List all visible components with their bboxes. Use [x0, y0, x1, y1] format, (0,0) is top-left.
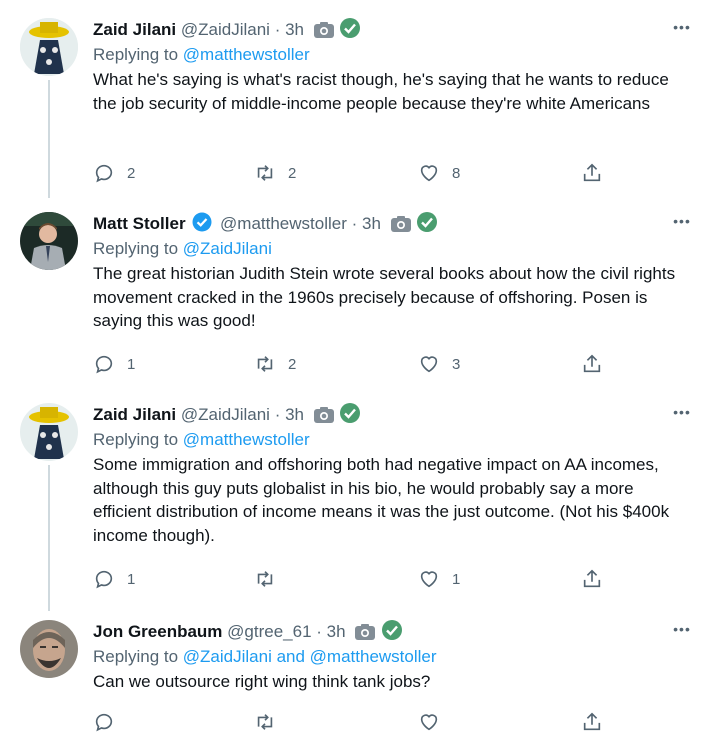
- like-button[interactable]: 3: [418, 352, 460, 376]
- like-count: 3: [452, 355, 461, 373]
- timestamp[interactable]: · 3h: [275, 405, 304, 424]
- like-button[interactable]: 1: [418, 567, 460, 591]
- handle[interactable]: @ZaidJilani: [181, 405, 270, 424]
- reply-button[interactable]: 2: [93, 161, 135, 185]
- like-icon: [420, 714, 438, 731]
- like-icon: [420, 356, 438, 373]
- share-icon: [583, 712, 601, 731]
- display-name[interactable]: Matt Stoller: [93, 214, 186, 233]
- timestamp[interactable]: · 3h: [352, 214, 381, 233]
- like-button[interactable]: [418, 710, 452, 734]
- thread-line: [48, 465, 50, 611]
- verified-badge-icon: [192, 212, 212, 232]
- retweet-button[interactable]: 2: [254, 161, 296, 185]
- like-button[interactable]: 8: [418, 161, 460, 185]
- tweet-header: Matt Stoller @matthewstoller · 3h: [93, 212, 683, 234]
- replying-to-label: Replying to: [93, 45, 183, 64]
- handle[interactable]: @matthewstoller: [220, 214, 347, 233]
- reply-icon: [95, 570, 113, 589]
- display-name[interactable]: Zaid Jilani: [93, 405, 176, 424]
- retweet-icon: [257, 571, 273, 587]
- like-icon: [420, 165, 438, 182]
- reply-count: 1: [127, 570, 136, 588]
- avatar[interactable]: [20, 403, 78, 461]
- camera-icon: [355, 624, 376, 640]
- handle[interactable]: @ZaidJilani: [181, 20, 270, 39]
- share-button[interactable]: [581, 710, 603, 734]
- share-button[interactable]: [581, 567, 603, 591]
- reply-icon: [95, 164, 113, 183]
- tweet-text: Can we outsource right wing think tank j…: [93, 672, 431, 691]
- reply-button[interactable]: 1: [93, 567, 135, 591]
- reply-icon: [95, 355, 113, 374]
- tweet[interactable]: Zaid Jilani @ZaidJilani · 3h Replying to…: [0, 18, 712, 198]
- tweet-header: Zaid Jilani @ZaidJilani · 3h: [93, 403, 683, 425]
- retweet-button[interactable]: 2: [254, 352, 296, 376]
- replying-to-label: Replying to: [93, 647, 183, 666]
- mention-link[interactable]: @ZaidJilani: [183, 239, 272, 258]
- replying-to: Replying to @ZaidJilani and @matthewstol…: [93, 646, 683, 668]
- share-button[interactable]: [581, 161, 603, 185]
- reply-button[interactable]: [93, 710, 127, 734]
- replying-to: Replying to @matthewstoller: [93, 429, 683, 451]
- like-count: 1: [452, 570, 461, 588]
- retweet-count: 2: [288, 164, 297, 182]
- retweet-button[interactable]: [254, 567, 288, 591]
- mention-link[interactable]: @ZaidJilani: [183, 647, 272, 666]
- like-icon: [420, 571, 438, 588]
- retweet-icon: [257, 165, 273, 181]
- avatar[interactable]: [20, 18, 78, 76]
- green-check-badge-icon: [340, 18, 361, 38]
- tweet-header: Jon Greenbaum @gtree_61 · 3h: [93, 620, 683, 642]
- retweet-icon: [257, 714, 273, 730]
- more-options-button[interactable]: •••: [668, 20, 696, 38]
- thread-line: [48, 80, 50, 198]
- tweet-text: Some immigration and offshoring both had…: [93, 455, 670, 545]
- replying-to: Replying to @ZaidJilani: [93, 238, 683, 260]
- reply-count: 1: [127, 355, 136, 373]
- display-name[interactable]: Zaid Jilani: [93, 20, 176, 39]
- more-options-button[interactable]: •••: [668, 214, 696, 232]
- tweet[interactable]: Matt Stoller @matthewstoller · 3h Replyi…: [0, 212, 712, 382]
- more-options-button[interactable]: •••: [668, 622, 696, 640]
- mention-link[interactable]: @matthewstoller: [183, 45, 310, 64]
- share-icon: [583, 354, 601, 373]
- tweet[interactable]: Zaid Jilani @ZaidJilani · 3h Replying to…: [0, 403, 712, 611]
- share-button[interactable]: [581, 352, 603, 376]
- handle[interactable]: @gtree_61: [227, 622, 311, 641]
- retweet-button[interactable]: [254, 710, 288, 734]
- replying-to-label: Replying to: [93, 430, 183, 449]
- tweet-header: Zaid Jilani @ZaidJilani · 3h: [93, 18, 683, 40]
- share-icon: [583, 569, 601, 588]
- share-icon: [583, 163, 601, 182]
- reply-button[interactable]: 1: [93, 352, 135, 376]
- camera-icon: [313, 22, 334, 38]
- mention-link-2[interactable]: and @matthewstoller: [272, 647, 437, 666]
- camera-icon: [390, 216, 411, 232]
- tweet-text: The great historian Judith Stein wrote s…: [93, 264, 676, 330]
- like-count: 8: [452, 164, 461, 182]
- tweet-text: What he's saying is what's racist though…: [93, 70, 669, 113]
- avatar[interactable]: [20, 620, 78, 678]
- retweet-icon: [257, 356, 273, 372]
- mention-link[interactable]: @matthewstoller: [183, 430, 310, 449]
- replying-to: Replying to @matthewstoller: [93, 44, 683, 66]
- retweet-count: 2: [288, 355, 297, 373]
- green-check-badge-icon: [340, 403, 361, 423]
- replying-to-label: Replying to: [93, 239, 183, 258]
- more-options-button[interactable]: •••: [668, 405, 696, 423]
- timestamp[interactable]: · 3h: [275, 20, 304, 39]
- reply-icon: [95, 713, 113, 732]
- reply-count: 2: [127, 164, 136, 182]
- green-check-badge-icon: [417, 212, 438, 232]
- tweet[interactable]: Jon Greenbaum @gtree_61 · 3h Replying to…: [0, 620, 712, 742]
- green-check-badge-icon: [382, 620, 403, 640]
- avatar[interactable]: [20, 212, 78, 270]
- camera-icon: [313, 407, 334, 423]
- timestamp[interactable]: · 3h: [316, 622, 345, 641]
- display-name[interactable]: Jon Greenbaum: [93, 622, 222, 641]
